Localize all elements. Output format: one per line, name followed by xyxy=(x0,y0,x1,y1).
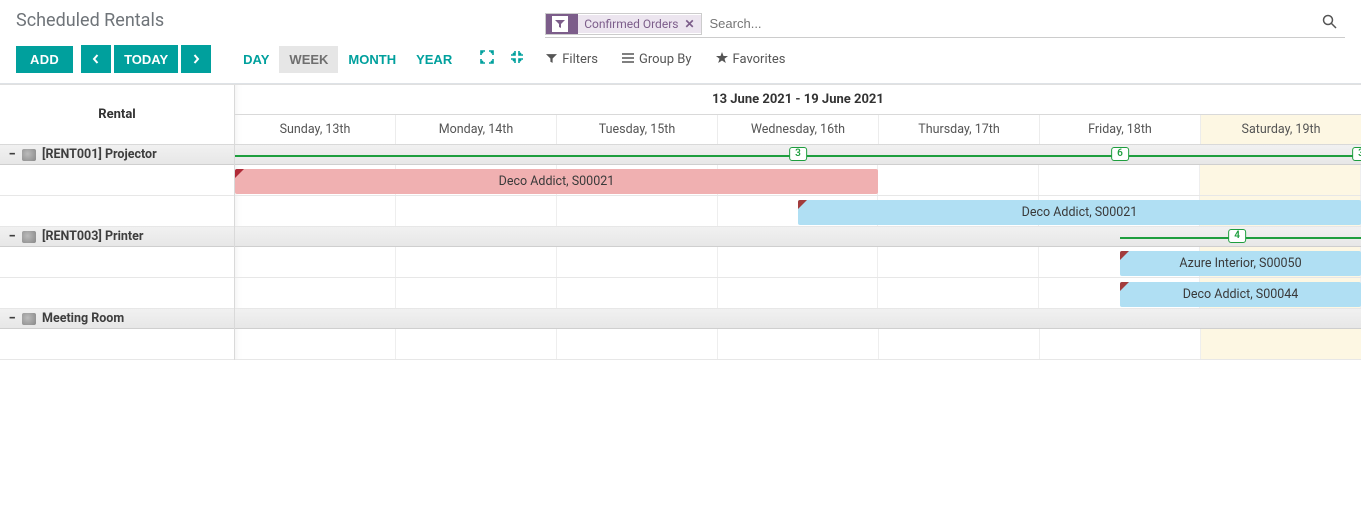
rental-bar[interactable]: Deco Addict, S00021 xyxy=(798,200,1361,225)
gantt-lane[interactable]: Deco Addict, S00021 xyxy=(235,165,1361,196)
filter-icon xyxy=(552,16,568,32)
group-label: [RENT003] Printer xyxy=(42,229,143,244)
next-button[interactable] xyxy=(181,45,211,73)
chip-remove[interactable]: ✕ xyxy=(684,17,694,31)
rental-bar-label: Azure Interior, S00050 xyxy=(1179,256,1301,271)
rental-bar-label: Deco Addict, S00044 xyxy=(1183,287,1299,302)
day-header: Friday, 18th xyxy=(1040,115,1201,144)
availability-badge: 3 xyxy=(789,147,807,161)
scale-day[interactable]: DAY xyxy=(233,46,279,73)
favorites-menu[interactable]: Favorites xyxy=(716,52,786,67)
rental-bar-label: Deco Addict, S00021 xyxy=(1022,205,1138,220)
side-header: Rental xyxy=(0,85,234,145)
product-thumb-icon xyxy=(22,149,36,161)
day-header: Sunday, 13th xyxy=(235,115,396,144)
gantt-lane[interactable]: Deco Addict, S00021 xyxy=(235,196,1361,227)
add-button[interactable]: ADD xyxy=(16,46,73,73)
collapse-toggle[interactable]: − xyxy=(6,311,18,326)
availability-badge: 4 xyxy=(1228,229,1246,243)
day-header: Tuesday, 15th xyxy=(557,115,718,144)
star-icon xyxy=(716,52,728,67)
collapse-toggle[interactable]: − xyxy=(6,229,18,244)
filters-label: Filters xyxy=(562,52,598,67)
search-icon[interactable] xyxy=(1314,10,1345,37)
scale-year[interactable]: YEAR xyxy=(406,46,462,73)
group-label: Meeting Room xyxy=(42,311,124,326)
gantt-lane[interactable]: Deco Addict, S00044 xyxy=(235,278,1361,309)
day-header: Wednesday, 16th xyxy=(718,115,879,144)
availability-row: 4 xyxy=(235,227,1361,247)
expand-icon[interactable] xyxy=(480,50,494,68)
prev-button[interactable] xyxy=(81,45,111,73)
funnel-icon xyxy=(546,53,557,67)
rental-bar[interactable]: Azure Interior, S00050 xyxy=(1120,251,1361,276)
rental-bar-label: Deco Addict, S00021 xyxy=(499,174,615,189)
search-input[interactable] xyxy=(702,12,1314,35)
scale-week[interactable]: WEEK xyxy=(279,46,338,73)
availability-row: 3 6 3 xyxy=(235,145,1361,165)
rental-bar[interactable]: Deco Addict, S00044 xyxy=(1120,282,1361,307)
search-filter-chip[interactable]: Confirmed Orders ✕ xyxy=(545,13,701,35)
filters-menu[interactable]: Filters xyxy=(546,52,598,67)
day-header: Saturday, 19th xyxy=(1201,115,1361,144)
group-row[interactable]: − [RENT001] Projector xyxy=(0,145,234,165)
chevron-right-icon xyxy=(191,54,201,64)
group-row[interactable]: − Meeting Room xyxy=(0,309,234,329)
day-header: Thursday, 17th xyxy=(879,115,1040,144)
product-thumb-icon xyxy=(22,231,36,243)
gantt-lane[interactable]: Azure Interior, S00050 xyxy=(235,247,1361,278)
group-label: [RENT001] Projector xyxy=(42,147,157,162)
date-range-title: 13 June 2021 - 19 June 2021 xyxy=(235,85,1361,115)
availability-badge: 3 xyxy=(1352,147,1361,161)
page-title: Scheduled Rentals xyxy=(16,10,524,31)
list-icon xyxy=(622,53,634,67)
groupby-menu[interactable]: Group By xyxy=(622,52,692,67)
product-thumb-icon xyxy=(22,313,36,325)
today-button[interactable]: TODAY xyxy=(114,45,178,73)
availability-badge: 6 xyxy=(1111,147,1129,161)
chevron-left-icon xyxy=(91,54,101,64)
collapse-icon[interactable] xyxy=(510,50,524,68)
scale-month[interactable]: MONTH xyxy=(338,46,406,73)
groupby-label: Group By xyxy=(639,52,692,67)
chip-label: Confirmed Orders xyxy=(584,17,678,31)
gantt-lane[interactable] xyxy=(235,329,1361,360)
rental-bar[interactable]: Deco Addict, S00021 xyxy=(235,169,878,194)
group-row[interactable]: − [RENT003] Printer xyxy=(0,227,234,247)
favorites-label: Favorites xyxy=(733,52,786,67)
availability-row xyxy=(235,309,1361,329)
day-header: Monday, 14th xyxy=(396,115,557,144)
collapse-toggle[interactable]: − xyxy=(6,147,18,162)
